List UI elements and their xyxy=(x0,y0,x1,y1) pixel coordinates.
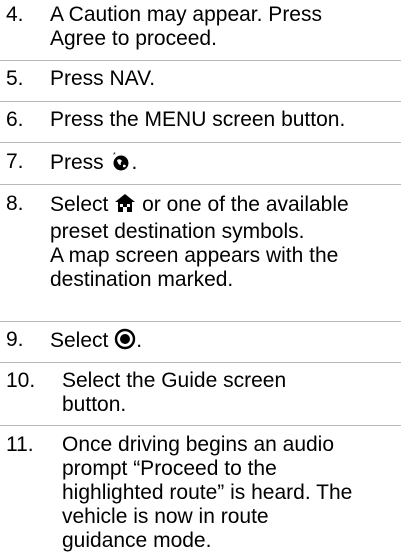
divider xyxy=(0,101,401,102)
go-target-icon xyxy=(114,328,136,356)
step-text: Select the Guide screen button. xyxy=(62,369,395,417)
step-number: 7. xyxy=(6,150,24,173)
step-line: Select the Guide screen xyxy=(62,369,287,392)
step-number: 6. xyxy=(6,108,24,131)
step-number: 4. xyxy=(6,3,24,26)
step-line-with-icon: Press * . xyxy=(50,150,395,178)
step-line: Select xyxy=(50,329,109,352)
home-icon xyxy=(114,192,136,220)
step-text: Select . xyxy=(50,328,395,356)
divider xyxy=(0,321,401,322)
step-line: button. xyxy=(62,393,127,416)
step-line: Press the MENU screen button. xyxy=(50,108,346,131)
step-line-end: . xyxy=(131,151,138,174)
step-line-end: or one of the available xyxy=(142,193,349,216)
step-line: A map screen appears with the xyxy=(50,244,339,267)
svg-text:*: * xyxy=(113,152,116,159)
step-line: A Caution may appear. Press xyxy=(50,3,322,26)
step-text: Press * . xyxy=(50,150,395,178)
instruction-list: 4. A Caution may appear. Press Agree to … xyxy=(0,0,401,555)
step-text: A Caution may appear. Press Agree to pro… xyxy=(50,3,395,51)
step-line-with-icon: Select . xyxy=(50,328,395,356)
step-line: guidance mode. xyxy=(62,529,212,552)
divider xyxy=(0,184,401,185)
divider xyxy=(0,362,401,363)
step-text: Press the MENU screen button. xyxy=(50,108,395,132)
step-number: 8. xyxy=(6,192,24,215)
step-line: Agree to proceed. xyxy=(50,27,217,50)
step-line: Press xyxy=(50,151,104,174)
step-line: prompt “Proceed to the xyxy=(62,457,277,480)
step-number: 5. xyxy=(6,67,24,90)
step-text: Once driving begins an audio prompt “Pro… xyxy=(62,433,395,553)
step-number: 9. xyxy=(6,328,24,351)
step-line: highlighted route” is heard. The xyxy=(62,481,353,504)
divider xyxy=(0,425,401,426)
step-line: Once driving begins an audio xyxy=(62,433,335,456)
step-line-end: . xyxy=(136,329,143,352)
step-line-with-icon: Select or one of the available xyxy=(50,192,395,220)
divider xyxy=(0,60,401,61)
step-line: vehicle is now in route xyxy=(62,505,269,528)
step-line: Select xyxy=(50,193,109,216)
step-number: 10. xyxy=(6,369,36,392)
step-number: 11. xyxy=(6,433,34,456)
step-line: destination marked. xyxy=(50,268,234,291)
step-line: preset destination symbols. xyxy=(50,220,305,243)
divider xyxy=(0,142,401,143)
step-line: Press NAV. xyxy=(50,67,156,90)
step-text: Press NAV. xyxy=(50,67,395,91)
destination-globe-icon: * xyxy=(110,150,132,178)
step-text: Select or one of the available preset de… xyxy=(50,192,395,292)
